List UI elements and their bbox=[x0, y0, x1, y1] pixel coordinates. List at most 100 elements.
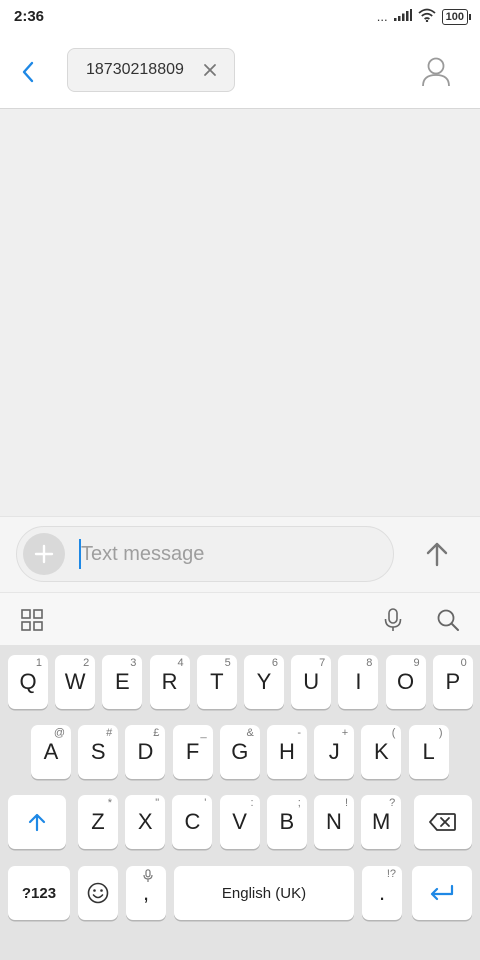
key-hint: £ bbox=[153, 727, 160, 739]
key-hint: # bbox=[106, 727, 113, 739]
microphone-icon bbox=[143, 869, 153, 882]
key-hint: & bbox=[246, 727, 254, 739]
key-hint: 6 bbox=[271, 657, 278, 669]
key-u[interactable]: U7 bbox=[291, 655, 332, 709]
key-label: S bbox=[90, 739, 106, 764]
signal-dots: ... bbox=[376, 9, 388, 24]
emoji-key[interactable] bbox=[78, 866, 118, 920]
close-icon bbox=[204, 64, 216, 76]
key-label: W bbox=[64, 669, 86, 694]
key-v[interactable]: V: bbox=[219, 795, 260, 849]
key-e[interactable]: E3 bbox=[102, 655, 143, 709]
key-z[interactable]: Z * bbox=[78, 795, 118, 849]
key-hint: _ bbox=[200, 727, 207, 739]
add-contact-button[interactable] bbox=[416, 52, 456, 92]
key-label: P bbox=[445, 669, 461, 694]
key-j[interactable]: J + bbox=[314, 725, 355, 779]
key-g[interactable]: G & bbox=[219, 725, 260, 779]
grid-icon bbox=[21, 609, 43, 631]
back-button[interactable] bbox=[10, 54, 46, 90]
key-hint: 8 bbox=[366, 657, 373, 669]
key-hint: * bbox=[107, 797, 112, 809]
plus-icon bbox=[34, 544, 54, 564]
comma-key[interactable]: , bbox=[126, 866, 166, 920]
symbols-key[interactable]: ?123 bbox=[8, 866, 70, 920]
key-o[interactable]: O9 bbox=[385, 655, 426, 709]
period-key[interactable]: . !? bbox=[362, 866, 402, 920]
key-hint: - bbox=[297, 727, 301, 739]
key-label: A bbox=[43, 739, 59, 764]
key-hint: " bbox=[155, 797, 160, 809]
conversation-header: 18730218809 bbox=[0, 36, 480, 109]
key-r[interactable]: R4 bbox=[149, 655, 190, 709]
key-label: N bbox=[326, 809, 342, 834]
remove-recipient-button[interactable] bbox=[200, 60, 220, 80]
key-w[interactable]: W2 bbox=[55, 655, 96, 709]
recipient-number: 18730218809 bbox=[86, 61, 184, 78]
key-hint: : bbox=[250, 797, 254, 809]
key-label: O bbox=[397, 669, 415, 694]
key-hint: 2 bbox=[83, 657, 90, 669]
message-input[interactable] bbox=[81, 537, 381, 571]
key-i[interactable]: I8 bbox=[338, 655, 379, 709]
key-d[interactable]: D £ bbox=[125, 725, 166, 779]
key-label: Q bbox=[19, 669, 37, 694]
key-n[interactable]: N! bbox=[314, 795, 354, 849]
backspace-key[interactable] bbox=[414, 795, 472, 849]
key-m[interactable]: M? bbox=[361, 795, 402, 849]
key-t[interactable]: T5 bbox=[196, 655, 237, 709]
key-hint: 5 bbox=[224, 657, 231, 669]
key-label: K bbox=[374, 739, 389, 764]
keyboard-menu-button[interactable] bbox=[18, 606, 46, 634]
key-hint: + bbox=[341, 727, 349, 739]
send-button[interactable] bbox=[414, 531, 460, 577]
key-label: V bbox=[232, 809, 247, 834]
key-label: R bbox=[161, 669, 178, 694]
wifi-icon bbox=[418, 8, 436, 25]
status-icons: ... 100 bbox=[376, 8, 472, 25]
key-c[interactable]: C ' bbox=[172, 795, 213, 849]
key-q[interactable]: Q1 bbox=[8, 655, 48, 709]
key-label: H bbox=[279, 739, 295, 764]
chevron-left-icon bbox=[22, 61, 34, 83]
key-x[interactable]: X " bbox=[125, 795, 166, 849]
signal-icon bbox=[393, 9, 412, 24]
key-label: T bbox=[210, 669, 224, 694]
keyboard-search-button[interactable] bbox=[434, 606, 462, 634]
space-key[interactable]: English (UK) bbox=[174, 866, 354, 920]
recipient-chip[interactable]: 18730218809 bbox=[67, 48, 235, 92]
key-label: C bbox=[184, 809, 201, 834]
key-hint: 7 bbox=[319, 657, 326, 669]
key-label: U bbox=[303, 669, 320, 694]
key-p[interactable]: P0 bbox=[432, 655, 473, 709]
keyboard-toolbar bbox=[0, 592, 480, 646]
attach-button[interactable] bbox=[23, 533, 65, 575]
key-a[interactable]: A @ bbox=[31, 725, 71, 779]
key-y[interactable]: Y6 bbox=[244, 655, 284, 709]
key-h[interactable]: H- bbox=[267, 725, 307, 779]
enter-key[interactable] bbox=[412, 866, 472, 920]
key-label: J bbox=[328, 739, 340, 764]
status-bar: 2:36 ... 100 bbox=[0, 0, 480, 36]
person-icon bbox=[422, 57, 450, 87]
key-l[interactable]: L) bbox=[408, 725, 449, 779]
key-hint: ' bbox=[204, 797, 207, 809]
key-label: B bbox=[279, 809, 295, 834]
arrow-up-icon bbox=[28, 813, 46, 832]
key-hint: @ bbox=[53, 727, 65, 739]
key-hint: 0 bbox=[460, 657, 467, 669]
message-field[interactable] bbox=[16, 526, 394, 582]
key-f[interactable]: F _ bbox=[172, 725, 213, 779]
voice-input-button[interactable] bbox=[380, 606, 406, 634]
shift-key[interactable] bbox=[8, 795, 66, 849]
key-k[interactable]: K( bbox=[361, 725, 402, 779]
key-b[interactable]: B; bbox=[266, 795, 307, 849]
keyboard: Q1W2E3R4T5Y6U7I8O9P0 A @ S # D £ F _ G & H - J + K(L) … bbox=[0, 645, 480, 960]
key-hint: ; bbox=[297, 797, 301, 809]
composer-bar bbox=[0, 516, 480, 593]
key-hint: ) bbox=[438, 727, 443, 739]
key-hint: ? bbox=[389, 797, 396, 809]
key-label: X bbox=[137, 809, 153, 834]
key-s[interactable]: S # bbox=[78, 725, 119, 779]
battery-icon: 100 bbox=[441, 8, 472, 25]
